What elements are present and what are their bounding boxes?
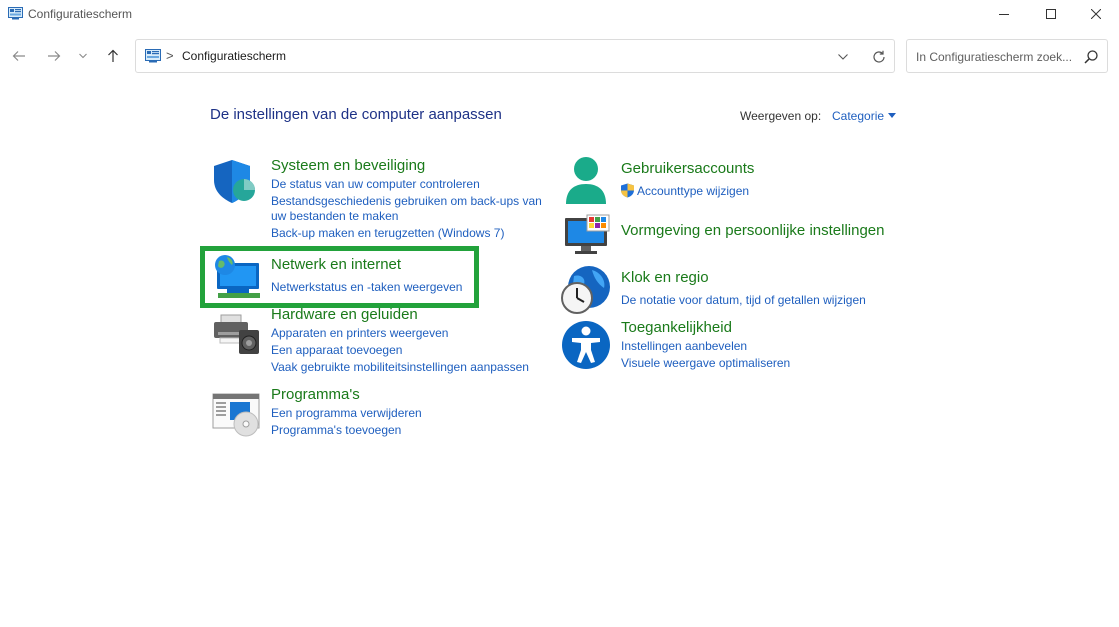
address-dropdown-button[interactable] [836,50,850,64]
category-clock-region-title[interactable]: Klok en regio [621,269,709,286]
arrow-left-icon [12,51,25,61]
category-accessibility-title[interactable]: Toegankelijkheid [621,319,732,336]
refresh-button[interactable] [870,48,888,66]
up-button[interactable] [102,45,124,67]
category-programs-title[interactable]: Programma's [271,386,360,403]
chevron-down-icon [838,54,848,60]
address-bar[interactable]: > Configuratiescherm [135,39,895,73]
minimize-icon [999,14,1009,15]
view-by-label: Weergeven op: [740,109,822,123]
refresh-icon [873,50,885,63]
control-panel-icon [8,7,23,20]
arrow-right-icon [48,51,61,61]
link-add-programs[interactable]: Programma's toevoegen [271,423,401,437]
category-user-accounts-title[interactable]: Gebruikersaccounts [621,160,754,177]
minimize-button[interactable] [981,0,1027,28]
uac-shield-icon [621,183,634,198]
link-change-account-type[interactable]: Accounttype wijzigen [637,184,749,198]
link-check-computer-status[interactable]: De status van uw computer controleren [271,177,480,191]
link-recommend-settings[interactable]: Instellingen aanbevelen [621,339,747,353]
category-appearance-title[interactable]: Vormgeving en persoonlijke instellingen [621,222,885,239]
maximize-icon [1046,9,1056,19]
window-title: Configuratiescherm [28,7,133,21]
breadcrumb-item[interactable]: Configuratiescherm [182,49,286,63]
link-mobility-settings[interactable]: Vaak gebruikte mobiliteitsinstellingen a… [271,360,529,374]
arrow-up-icon [108,49,118,62]
forward-button[interactable] [43,45,65,67]
title-bar: Configuratiescherm [0,0,1119,28]
search-placeholder: In Configuratiescherm zoek... [916,50,1073,64]
monitor-palette-icon[interactable] [563,214,611,256]
category-system-security-title[interactable]: Systeem en beveiliging [271,157,425,174]
search-input[interactable]: In Configuratiescherm zoek... [906,39,1108,73]
link-devices-printers[interactable]: Apparaten en printers weergeven [271,326,448,340]
caret-down-icon[interactable] [888,113,896,118]
search-icon [1084,50,1098,64]
clock-globe-icon[interactable] [560,264,612,316]
maximize-button[interactable] [1028,0,1074,28]
printer-speaker-icon[interactable] [212,313,262,355]
view-by-dropdown[interactable]: Categorie [832,109,884,123]
link-optimize-visual-display[interactable]: Visuele weergave optimaliseren [621,356,790,370]
control-panel-icon [145,49,161,63]
link-date-time-format[interactable]: De notatie voor datum, tijd of getallen … [621,293,866,307]
page-title: De instellingen van de computer aanpasse… [210,106,502,123]
close-button[interactable] [1073,0,1119,28]
link-add-device[interactable]: Een apparaat toevoegen [271,343,402,357]
link-backup-restore[interactable]: Back-up maken en terugzetten (Windows 7) [271,226,504,240]
accessibility-icon[interactable] [561,320,611,370]
link-file-history[interactable]: Bestandsgeschiedenis gebruiken om back-u… [271,194,542,208]
close-icon [1091,9,1101,19]
programs-disc-icon[interactable] [212,392,262,438]
link-uninstall-program[interactable]: Een programma verwijderen [271,406,422,420]
back-button[interactable] [8,45,30,67]
user-accounts-icon[interactable] [564,156,608,206]
breadcrumb-separator: > [166,48,174,63]
highlight-box [200,246,479,308]
recent-locations-button[interactable] [74,45,92,67]
category-hardware-sound-title[interactable]: Hardware en geluiden [271,306,418,323]
chevron-down-icon [79,53,87,59]
shield-icon[interactable] [212,158,260,206]
link-file-history-cont[interactable]: uw bestanden te maken [271,209,398,223]
